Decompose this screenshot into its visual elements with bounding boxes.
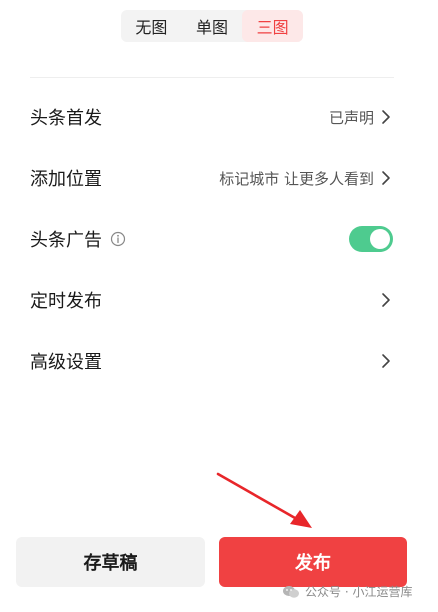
- wechat-icon: [283, 585, 299, 598]
- chevron-right-icon: [378, 292, 394, 308]
- ads-label: 头条广告: [30, 230, 102, 251]
- advanced-label: 高级设置: [30, 352, 102, 373]
- setting-row-advanced[interactable]: 高级设置: [0, 331, 438, 391]
- watermark-text: 公众号 · 小江运营库: [305, 585, 413, 599]
- image-mode-segmented-control: 无图 单图 三图: [121, 10, 304, 42]
- chevron-right-icon: [378, 353, 394, 369]
- save-draft-button[interactable]: 存草稿: [16, 537, 205, 587]
- info-icon[interactable]: [110, 231, 126, 247]
- watermark: 公众号 · 小江运营库: [282, 583, 412, 600]
- toggle-knob: [370, 229, 390, 249]
- publish-button[interactable]: 发布: [219, 537, 407, 587]
- top-divider: [30, 77, 394, 78]
- ads-toggle[interactable]: [349, 226, 393, 252]
- schedule-label: 定时发布: [30, 291, 102, 312]
- setting-row-location[interactable]: 添加位置 标记城市 让更多人看到: [0, 148, 438, 208]
- setting-row-schedule[interactable]: 定时发布: [0, 270, 438, 330]
- location-label: 添加位置: [30, 169, 102, 190]
- chevron-right-icon: [378, 109, 394, 125]
- annotation-arrow-icon: [216, 472, 312, 528]
- ads-label-wrap: 头条广告: [30, 226, 126, 252]
- first-publish-value: 已声明: [328, 108, 374, 127]
- setting-row-first-publish[interactable]: 头条首发 已声明: [0, 87, 438, 147]
- chevron-right-icon: [378, 170, 394, 186]
- tab-no-image[interactable]: 无图: [121, 10, 182, 42]
- tab-single-image[interactable]: 单图: [182, 10, 243, 42]
- location-hint: 标记城市 让更多人看到: [219, 169, 374, 188]
- first-publish-label: 头条首发: [30, 108, 102, 129]
- setting-row-ads: 头条广告: [0, 209, 438, 269]
- tab-three-images[interactable]: 三图: [242, 10, 304, 42]
